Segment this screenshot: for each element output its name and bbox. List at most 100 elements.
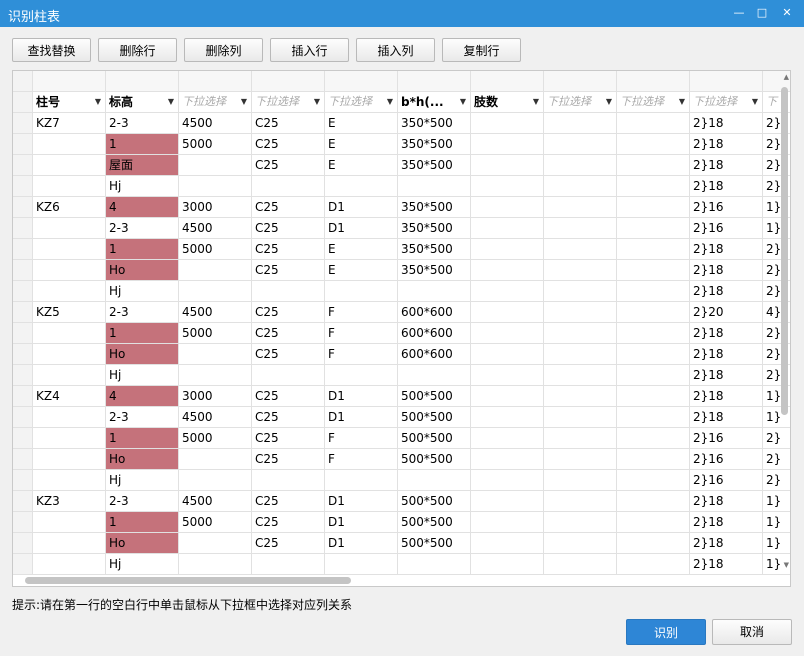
table-cell[interactable] (617, 344, 690, 365)
table-cell[interactable]: 2}18 (690, 344, 763, 365)
table-cell[interactable]: 2-3 (106, 113, 179, 134)
maximize-icon[interactable]: □ (751, 3, 773, 23)
row-header[interactable] (13, 470, 33, 491)
table-cell[interactable] (544, 155, 617, 176)
table-cell[interactable]: 350*500 (398, 113, 471, 134)
table-cell[interactable] (179, 554, 252, 575)
table-cell[interactable] (471, 176, 544, 197)
row-header[interactable] (13, 449, 33, 470)
blank-header-cell[interactable] (33, 71, 106, 92)
table-cell[interactable]: 2-3 (106, 302, 179, 323)
table-cell[interactable] (617, 239, 690, 260)
table-cell[interactable]: 2}18 (690, 323, 763, 344)
table-cell[interactable] (544, 344, 617, 365)
table-cell[interactable]: D1 (325, 491, 398, 512)
table-cell[interactable] (471, 302, 544, 323)
table-cell[interactable]: 350*500 (398, 155, 471, 176)
table-cell[interactable]: D1 (325, 218, 398, 239)
table-cell[interactable]: 2}16 (690, 428, 763, 449)
copy-row-button[interactable]: 复制行 (442, 38, 521, 62)
table-cell[interactable] (325, 365, 398, 386)
table-cell[interactable] (544, 302, 617, 323)
table-cell[interactable] (617, 512, 690, 533)
table-cell[interactable]: C25 (252, 512, 325, 533)
table-cell[interactable]: 2}18 (690, 113, 763, 134)
table-cell[interactable]: 2}18 (690, 239, 763, 260)
table-cell[interactable] (179, 344, 252, 365)
table-cell[interactable] (325, 554, 398, 575)
table-cell[interactable] (33, 428, 106, 449)
table-cell[interactable] (617, 386, 690, 407)
table-cell[interactable]: 1} (763, 512, 790, 533)
table-cell[interactable]: 1} (763, 491, 790, 512)
table-cell[interactable]: 2} (763, 470, 790, 491)
table-cell[interactable]: C25 (252, 323, 325, 344)
table-cell[interactable]: 500*500 (398, 491, 471, 512)
table-cell[interactable]: C25 (252, 239, 325, 260)
table-cell[interactable] (544, 428, 617, 449)
table-cell[interactable]: D1 (325, 197, 398, 218)
table-cell[interactable]: 1} (763, 533, 790, 554)
table-cell[interactable] (617, 113, 690, 134)
row-header[interactable] (13, 323, 33, 344)
table-cell[interactable] (252, 281, 325, 302)
table-cell[interactable] (617, 407, 690, 428)
table-cell[interactable] (471, 554, 544, 575)
table-cell[interactable]: C25 (252, 428, 325, 449)
table-cell[interactable] (544, 449, 617, 470)
row-header[interactable] (13, 218, 33, 239)
find-replace-button[interactable]: 查找替换 (12, 38, 91, 62)
table-cell[interactable] (325, 281, 398, 302)
table-cell[interactable]: C25 (252, 302, 325, 323)
table-cell[interactable]: Ho (106, 449, 179, 470)
table-cell[interactable] (471, 512, 544, 533)
dropdown-arrow-icon[interactable]: ▼ (95, 92, 101, 112)
table-cell[interactable] (617, 428, 690, 449)
blank-header-cell[interactable] (398, 71, 471, 92)
row-header[interactable] (13, 386, 33, 407)
table-cell[interactable] (617, 197, 690, 218)
table-cell[interactable]: KZ3 (33, 491, 106, 512)
column-header-dropdown[interactable]: 下拉选择 ▼ (617, 92, 690, 113)
table-cell[interactable]: 屋面 (106, 155, 179, 176)
table-cell[interactable]: 600*600 (398, 302, 471, 323)
table-cell[interactable] (617, 449, 690, 470)
table-cell[interactable] (179, 155, 252, 176)
table-cell[interactable]: 500*500 (398, 449, 471, 470)
table-cell[interactable]: 3000 (179, 386, 252, 407)
table-cell[interactable] (544, 554, 617, 575)
minimize-icon[interactable]: — (728, 3, 750, 23)
table-cell[interactable]: E (325, 134, 398, 155)
table-cell[interactable] (544, 407, 617, 428)
table-cell[interactable]: 500*500 (398, 428, 471, 449)
table-cell[interactable]: Hj (106, 176, 179, 197)
table-cell[interactable] (33, 323, 106, 344)
table-cell[interactable]: C25 (252, 260, 325, 281)
table-cell[interactable]: F (325, 428, 398, 449)
table-cell[interactable] (471, 113, 544, 134)
table-cell[interactable]: 2}18 (690, 281, 763, 302)
row-header-corner[interactable] (13, 92, 33, 113)
table-cell[interactable]: 1 (106, 323, 179, 344)
table-cell[interactable] (33, 449, 106, 470)
table-cell[interactable] (252, 470, 325, 491)
table-cell[interactable] (398, 365, 471, 386)
table-cell[interactable]: 1 (106, 239, 179, 260)
table-cell[interactable] (617, 365, 690, 386)
table-cell[interactable]: C25 (252, 533, 325, 554)
table-cell[interactable]: 2}18 (690, 134, 763, 155)
blank-header-cell[interactable] (690, 71, 763, 92)
table-cell[interactable]: KZ5 (33, 302, 106, 323)
column-header-dropdown[interactable]: 下拉选择 ▼ (252, 92, 325, 113)
table-cell[interactable]: D1 (325, 407, 398, 428)
table-cell[interactable]: 1 (106, 512, 179, 533)
column-header-dropdown[interactable]: 标高 ▼ (106, 92, 179, 113)
table-cell[interactable] (33, 554, 106, 575)
table-cell[interactable]: 5000 (179, 239, 252, 260)
table-cell[interactable] (33, 155, 106, 176)
table-cell[interactable] (398, 281, 471, 302)
table-cell[interactable]: F (325, 449, 398, 470)
table-cell[interactable] (617, 554, 690, 575)
vertical-scrollbar[interactable] (781, 87, 788, 415)
table-cell[interactable]: 2-3 (106, 407, 179, 428)
